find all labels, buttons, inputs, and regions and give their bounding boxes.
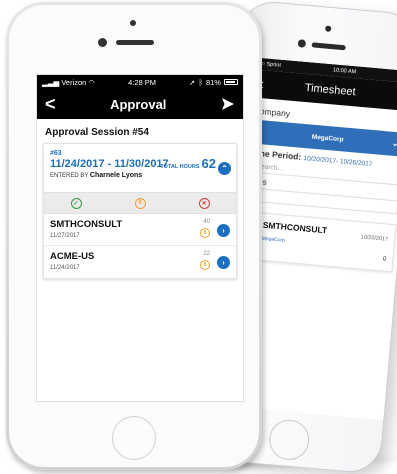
battery-icon bbox=[223, 79, 238, 85]
hold-button[interactable]: II bbox=[108, 193, 172, 213]
status-bar: ▂▃▅ Verizon ◠ 4:28 PM ➚ ᛒ 81% bbox=[37, 75, 243, 89]
pause-icon: II bbox=[134, 197, 146, 209]
total-hours-value: 62 bbox=[201, 156, 216, 171]
timesheet-card: #63 11/24/2017 - 11/30/2017 ENTERED BY C… bbox=[43, 143, 237, 279]
line-hours: 22 bbox=[203, 251, 210, 257]
entered-by: ENTERED BY Charnele Lyons bbox=[50, 172, 230, 179]
timesheet-card-header[interactable]: #63 11/24/2017 - 11/30/2017 ENTERED BY C… bbox=[44, 144, 236, 192]
chevron-right-icon: › bbox=[222, 226, 225, 235]
line-date: 10/20/2017 bbox=[360, 234, 389, 243]
front-phone-camera bbox=[98, 38, 107, 47]
back-phone-camera bbox=[297, 39, 307, 48]
pause-icon: II bbox=[200, 260, 210, 270]
total-hours-label: TOTAL HOURS bbox=[160, 164, 200, 170]
line-detail-button[interactable]: › bbox=[217, 256, 230, 269]
home-button[interactable] bbox=[112, 416, 156, 460]
entered-by-name: Charnele Lyons bbox=[89, 172, 143, 179]
approval-screen: ▂▃▅ Verizon ◠ 4:28 PM ➚ ᛒ 81% < Approval… bbox=[36, 74, 244, 402]
battery-percent: 81% bbox=[205, 77, 221, 87]
back-time: 10:00 AM bbox=[332, 67, 357, 76]
back-chevron-icon[interactable]: < bbox=[45, 95, 56, 113]
approve-button[interactable]: ✓ bbox=[44, 193, 108, 213]
signal-icon: ▂▃▅ bbox=[42, 77, 60, 87]
location-icon: ➚ bbox=[189, 77, 196, 87]
check-icon: ✓ bbox=[70, 197, 82, 209]
status-right: ➚ ᛒ 81% bbox=[189, 78, 238, 87]
collapse-button[interactable]: ⌃ bbox=[218, 162, 231, 175]
total-hours: TOTAL HOURS 62 bbox=[160, 156, 216, 171]
carrier-name: Verizon bbox=[61, 77, 87, 87]
chevron-right-icon: › bbox=[222, 258, 225, 267]
session-title: Approval Session #54 bbox=[45, 127, 149, 138]
front-phone: ▂▃▅ Verizon ◠ 4:28 PM ➚ ᛒ 81% < Approval… bbox=[6, 2, 262, 470]
approval-nav-bar: < Approval bbox=[37, 89, 243, 119]
chevron-down-icon: ⌄ bbox=[391, 138, 397, 149]
send-icon[interactable] bbox=[221, 97, 235, 111]
close-icon: ✕ bbox=[198, 197, 210, 209]
entered-by-label: ENTERED BY bbox=[50, 173, 89, 179]
status-left: ▂▃▅ Verizon ◠ bbox=[42, 78, 95, 87]
line-detail-button[interactable]: › bbox=[217, 224, 230, 237]
chevron-up-icon: ⌃ bbox=[221, 164, 228, 173]
list-item[interactable]: SMTHCONSULT 11/27/2017 40 II › bbox=[44, 214, 236, 246]
front-phone-speaker bbox=[116, 40, 154, 45]
back-home-button[interactable] bbox=[267, 418, 311, 462]
front-phone-sensor bbox=[130, 20, 136, 26]
action-row: ✓ II ✕ bbox=[44, 192, 236, 214]
status-time: 4:28 PM bbox=[128, 77, 156, 87]
timesheet-title: Timesheet bbox=[304, 81, 357, 99]
list-item[interactable]: ACME-US 11/24/2017 22 II › bbox=[44, 246, 236, 278]
wifi-icon: ◠ bbox=[88, 77, 95, 87]
company-value: MegaCorp bbox=[311, 133, 344, 143]
back-phone-speaker bbox=[311, 42, 346, 51]
back-phone-sensor bbox=[324, 25, 332, 32]
timesheet-line-card[interactable]: SMTHCONSULT 10/20/2017 MegaCorp 0 bbox=[240, 211, 397, 273]
bluetooth-icon: ᛒ bbox=[198, 77, 203, 87]
pause-icon: II bbox=[200, 228, 210, 238]
reject-button[interactable]: ✕ bbox=[172, 193, 236, 213]
line-hours: 0 bbox=[382, 256, 387, 263]
line-hours: 40 bbox=[203, 219, 210, 225]
approval-title: Approval bbox=[110, 96, 167, 112]
